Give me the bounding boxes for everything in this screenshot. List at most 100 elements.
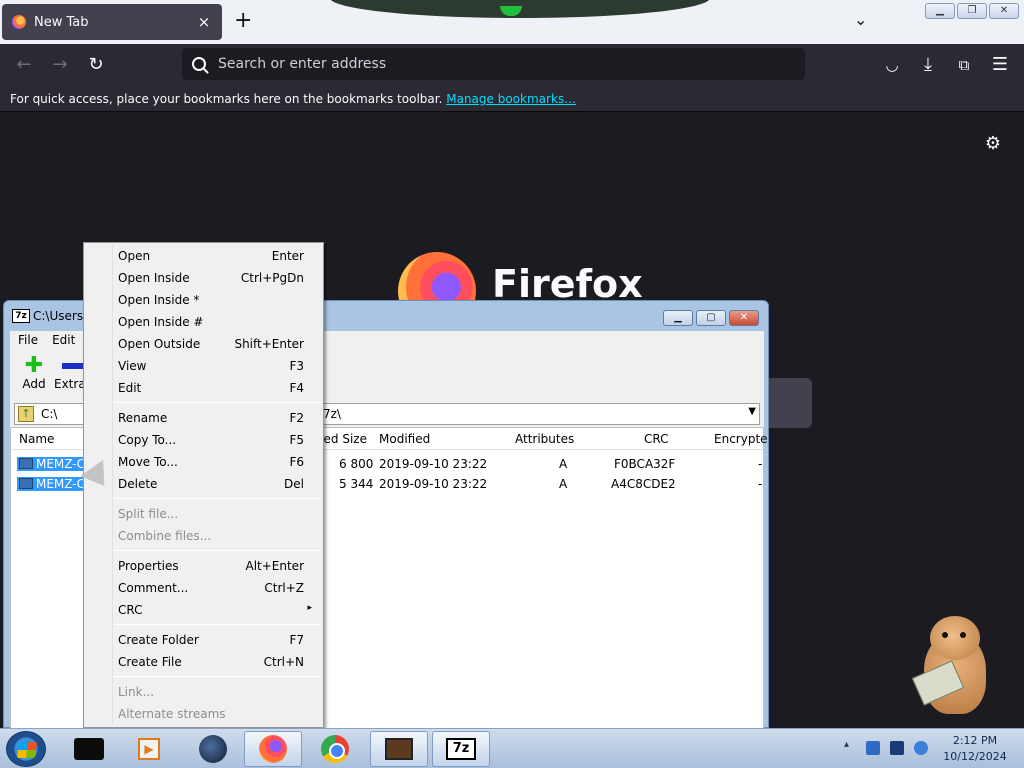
menu-file[interactable]: File xyxy=(18,331,38,349)
windows-flag-icon xyxy=(16,742,38,758)
globe-icon xyxy=(199,735,227,763)
taskbar-app-globe[interactable] xyxy=(184,731,242,767)
back-arrow-icon[interactable]: ← xyxy=(12,54,36,76)
start-button[interactable] xyxy=(6,731,46,767)
menu-item-alternate-streams: Alternate streams xyxy=(118,707,226,721)
packed-cell: 6 800 xyxy=(339,457,374,471)
menu-item-link: Link... xyxy=(118,685,155,699)
close-button[interactable]: ✕ xyxy=(989,3,1019,19)
file-icon xyxy=(19,458,33,469)
reload-icon[interactable]: ↻ xyxy=(84,54,108,76)
downloads-icon[interactable]: ⤓ xyxy=(916,54,940,76)
clock-date: 10/12/2024 xyxy=(943,750,1007,763)
attributes-cell: A xyxy=(559,477,568,491)
file-icon xyxy=(19,478,33,489)
menu-item-open-inside[interactable]: Open Inside Ctrl+PgDn xyxy=(85,267,322,289)
taskbar-app-firefox[interactable] xyxy=(244,731,302,767)
taskbar-app-explorer[interactable] xyxy=(370,731,428,767)
window-title: 7z C:\Users\ xyxy=(12,309,87,323)
menu-separator xyxy=(114,402,320,403)
menu-item-properties[interactable]: Properties Alt+Enter xyxy=(85,555,322,577)
encrypted-cell: - xyxy=(758,457,763,471)
menu-item-create-file[interactable]: Create File Ctrl+N xyxy=(85,651,322,673)
menu-item-split-file: Split file... xyxy=(118,507,179,521)
clock[interactable]: 2:12 PM 10/12/2024 xyxy=(936,733,1014,765)
forward-arrow-icon[interactable]: → xyxy=(48,54,72,76)
tv-icon xyxy=(385,738,413,760)
firefox-icon xyxy=(259,735,287,763)
menu-item-copy-to[interactable]: Copy To... F5 xyxy=(85,429,322,451)
extensions-icon[interactable]: ⧉ xyxy=(952,54,976,76)
menu-hamburger-icon[interactable]: ☰ xyxy=(988,54,1012,76)
folder-up-icon[interactable]: ↑ xyxy=(18,406,34,422)
menu-item-comment[interactable]: Comment... Ctrl+Z xyxy=(85,577,322,599)
menu-item-edit[interactable]: Edit F4 xyxy=(85,377,322,399)
menu-item-open-inside-hash[interactable]: Open Inside # xyxy=(85,311,322,333)
add-plus-icon: ✚ xyxy=(24,353,44,378)
menu-item-crc[interactable]: CRC ▸ xyxy=(85,599,322,621)
packed-cell: 5 344 xyxy=(339,477,374,491)
menu-item-open[interactable]: Open Enter xyxy=(85,245,322,267)
menu-separator xyxy=(114,550,320,551)
col-modified[interactable]: Modified xyxy=(379,432,430,446)
menu-item-open-inside-star[interactable]: Open Inside * xyxy=(85,289,322,311)
pocket-icon[interactable]: ◡ xyxy=(880,54,904,76)
taskbar-app-7zip[interactable]: 7z xyxy=(432,731,490,767)
tab-strip: New Tab × + ⌄ ▁ ❐ ✕ xyxy=(0,0,1024,44)
menu-item-move-to[interactable]: Move To... F6 xyxy=(85,451,322,473)
attributes-cell: A xyxy=(559,457,568,471)
menu-separator xyxy=(114,498,320,499)
settings-gear-icon[interactable]: ⚙ xyxy=(983,134,1003,154)
file-name-cell: MEMZ-C xyxy=(17,477,88,491)
col-packed-size[interactable]: ked Size xyxy=(317,432,367,446)
taskbar-app-terminal[interactable] xyxy=(60,731,118,767)
submenu-arrow-icon: ▸ xyxy=(307,603,312,613)
add-label: Add xyxy=(22,377,46,391)
chevron-down-icon[interactable]: ▼ xyxy=(748,406,756,417)
crc-cell: F0BCA32F xyxy=(614,457,676,471)
chrome-icon xyxy=(321,735,349,763)
tray-display-icon[interactable] xyxy=(890,741,904,755)
7zip-minimize-button[interactable]: ▁ xyxy=(663,310,693,326)
manage-bookmarks-link[interactable]: Manage bookmarks… xyxy=(446,92,576,106)
taskbar-app-chrome[interactable] xyxy=(306,731,364,767)
taskbar: ▶ 7z ▴ 2:12 PM 10/12/2024 xyxy=(0,728,1024,768)
menu-edit[interactable]: Edit xyxy=(52,331,75,349)
tray-network-icon[interactable] xyxy=(866,741,880,755)
col-encrypted[interactable]: Encrypte xyxy=(714,432,768,446)
col-crc[interactable]: CRC xyxy=(644,432,669,446)
bookmarks-hint: For quick access, place your bookmarks h… xyxy=(10,92,443,106)
show-hidden-icons-arrow[interactable]: ▴ xyxy=(844,739,849,750)
menu-separator xyxy=(114,676,320,677)
crc-cell: A4C8CDE2 xyxy=(611,477,676,491)
restore-button[interactable]: ❐ xyxy=(957,3,987,19)
menu-item-open-outside[interactable]: Open Outside Shift+Enter xyxy=(85,333,322,355)
col-attributes[interactable]: Attributes xyxy=(515,432,574,446)
path-prefix: C:\ xyxy=(41,407,58,421)
bookmarks-toolbar: For quick access, place your bookmarks h… xyxy=(0,86,1024,112)
context-menu: Open Enter Open Inside Ctrl+PgDn Open Insi… xyxy=(83,242,324,728)
menu-item-rename[interactable]: Rename F2 xyxy=(85,407,322,429)
new-tab-button[interactable]: + xyxy=(234,10,252,32)
menu-item-combine-files: Combine files... xyxy=(118,529,212,543)
7zip-maximize-button[interactable]: ▢ xyxy=(696,310,726,326)
tray-volume-icon[interactable] xyxy=(914,741,928,755)
menu-item-create-folder[interactable]: Create Folder F7 xyxy=(85,629,322,651)
menu-item-view[interactable]: View F3 xyxy=(85,355,322,377)
list-all-tabs-button[interactable]: ⌄ xyxy=(854,10,867,29)
col-name[interactable]: Name xyxy=(19,432,54,446)
media-player-icon: ▶ xyxy=(138,738,160,760)
navigation-toolbar: ← → ↻ Search or enter address ◡ ⤓ ⧉ ☰ xyxy=(0,44,1024,86)
address-bar[interactable]: Search or enter address xyxy=(182,48,805,80)
tab-new-tab[interactable]: New Tab × xyxy=(2,4,222,40)
taskbar-app-media-player[interactable]: ▶ xyxy=(120,731,178,767)
clock-time: 2:12 PM xyxy=(952,734,998,747)
add-button[interactable]: ✚ Add xyxy=(16,353,52,392)
tab-title: New Tab xyxy=(34,14,89,30)
hamster-reading-sticker xyxy=(911,612,998,722)
file-name-cell: MEMZ-C xyxy=(17,457,88,471)
tab-close-icon[interactable]: × xyxy=(196,13,212,31)
menu-item-delete[interactable]: Delete Del xyxy=(85,473,322,495)
7zip-close-button[interactable]: ✕ xyxy=(729,310,759,326)
minimize-button[interactable]: ▁ xyxy=(925,3,955,19)
